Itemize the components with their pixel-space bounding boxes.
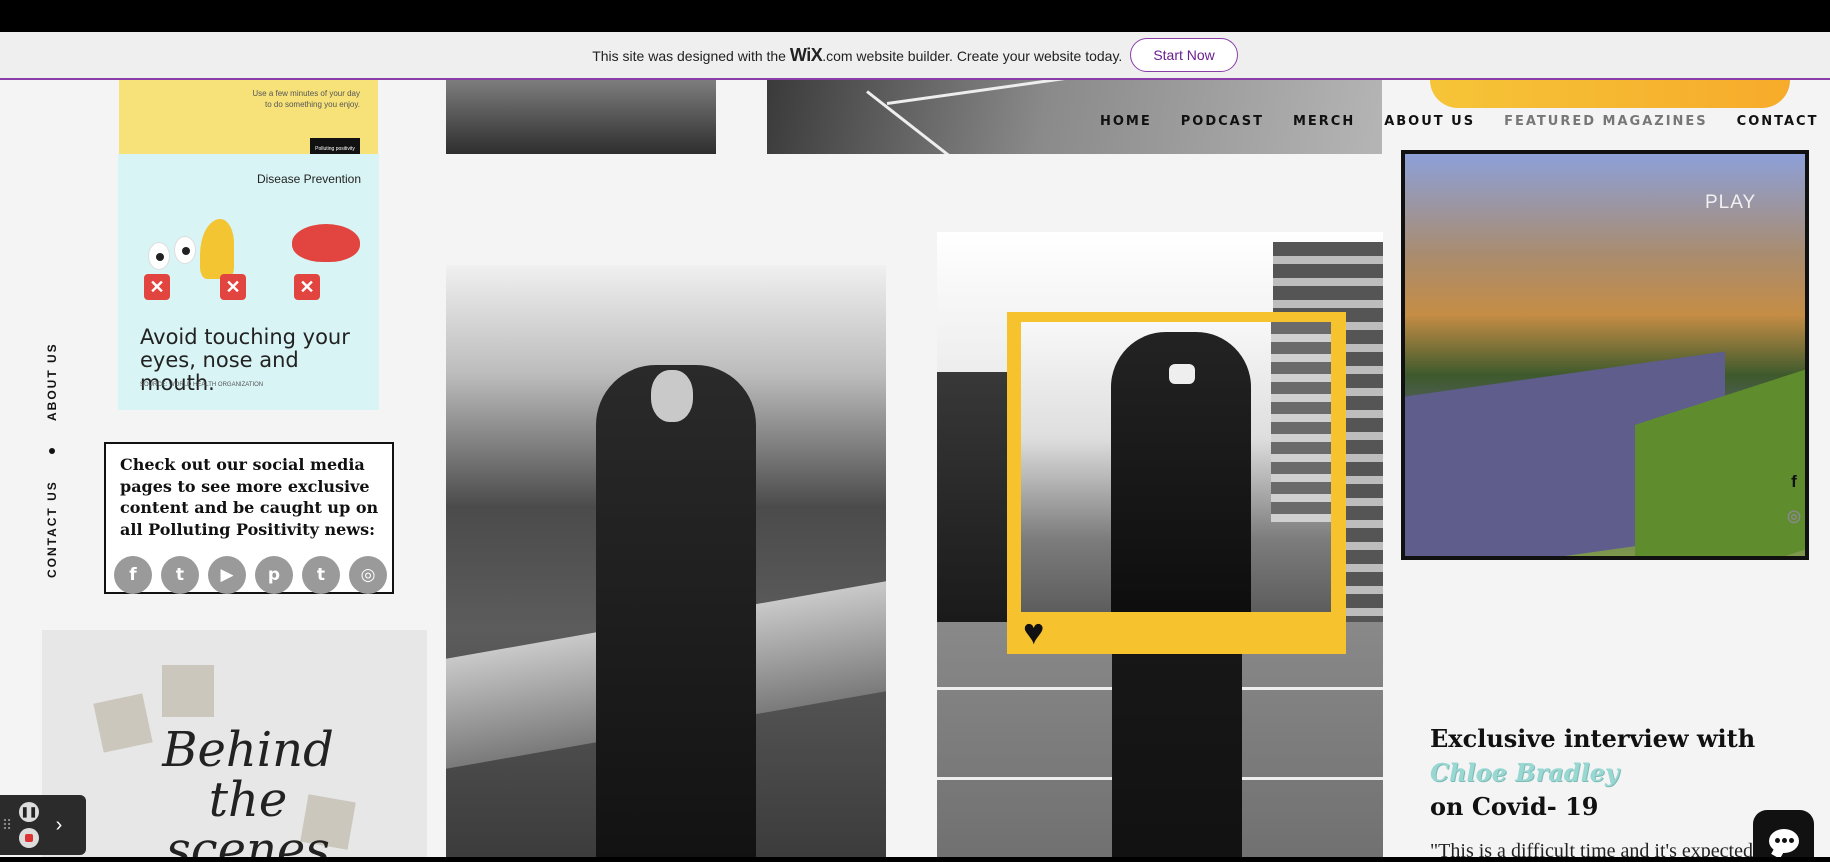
photo-girl-at-rail (446, 265, 886, 857)
nav-merch[interactable]: MERCH (1293, 114, 1355, 134)
positivity-card-text: Use a few minutes of your day to do some… (252, 89, 360, 109)
page: This site was designed with the WiX.com … (0, 32, 1830, 857)
disease-prevention-card[interactable]: Disease Prevention ✕ ✕ ✕ Avoid touching … (118, 154, 379, 410)
nav-about-us[interactable]: ABOUT US (1384, 114, 1475, 134)
instagram-icon[interactable]: ◎ (349, 556, 387, 594)
wix-banner: This site was designed with the WiX.com … (0, 32, 1830, 80)
nav-home[interactable]: HOME (1100, 114, 1152, 134)
mouth-icon (292, 224, 360, 262)
pause-icon[interactable]: ❚❚ (19, 802, 39, 822)
video-thumbnail: PLAY (1405, 154, 1805, 556)
side-nav-dot (49, 448, 55, 454)
wix-logo: WiX (789, 44, 823, 65)
x-icon: ✕ (294, 274, 320, 300)
chat-button[interactable] (1753, 810, 1814, 857)
vertical-nav: ABOUT US CONTACT US (30, 332, 74, 632)
behind-the-scenes-card[interactable]: Behind the scenes (42, 630, 427, 857)
twitter-icon[interactable]: t (161, 556, 199, 594)
person-figure (596, 365, 756, 857)
pinterest-icon[interactable]: p (255, 556, 293, 594)
wix-banner-message: This site was designed with the WiX.com … (592, 45, 1122, 66)
face-mask (1169, 364, 1195, 384)
screen-recorder-widget: ⠿ ❚❚ › (0, 795, 86, 855)
tumblr-icon[interactable]: t (302, 556, 340, 594)
interview-heading: Exclusive interview with (1430, 724, 1756, 753)
heart-icon: ♥ (1023, 611, 1045, 652)
facebook-icon[interactable]: f (1791, 472, 1797, 492)
nav-contact[interactable]: CONTACT (1737, 114, 1819, 134)
banner-suffix: .com website builder. Create your websit… (822, 47, 1123, 64)
nose-icon (200, 219, 234, 279)
eye-icon (174, 236, 196, 264)
facebook-icon[interactable]: f (114, 556, 152, 594)
social-media-text: Check out our social media pages to see … (120, 455, 379, 539)
play-label[interactable]: PLAY (1705, 192, 1756, 214)
polaroid-frame: ♥ (1007, 312, 1346, 654)
x-icon: ✕ (144, 274, 170, 300)
building (1271, 322, 1331, 522)
side-nav-contact-us[interactable]: CONTACT US (30, 474, 74, 584)
polaroid-photo (1021, 322, 1331, 612)
source-text: SOURCE: WORLD HEALTH ORGANIZATION (140, 382, 264, 388)
youtube-icon[interactable]: ▶ (208, 556, 246, 594)
building-left (937, 372, 1007, 622)
behind-the-scenes-title: Behind the scenes (162, 722, 334, 857)
person-face (651, 370, 693, 422)
nav-podcast[interactable]: PODCAST (1181, 114, 1264, 134)
road-marking (886, 80, 1145, 105)
decor-square (162, 665, 214, 717)
top-photo-left (446, 80, 716, 154)
site-logo[interactable] (1430, 80, 1790, 108)
social-icons: f t ▶ p t ◎ (114, 556, 387, 594)
chat-icon (1768, 828, 1799, 853)
nav-featured-magazines[interactable]: FEATURED MAGAZINES (1504, 114, 1708, 134)
eye-icon (148, 242, 170, 270)
drag-handle-icon[interactable]: ⠿ (0, 817, 14, 834)
instagram-icon[interactable]: ◎ (1787, 506, 1801, 526)
main-nav: HOME PODCAST MERCH ABOUT US FEATURED MAG… (1100, 114, 1818, 134)
video-player[interactable]: PLAY (1401, 150, 1809, 560)
disease-prevention-title: Disease Prevention (256, 172, 361, 186)
start-now-button[interactable]: Start Now (1130, 38, 1238, 72)
road-marking (866, 90, 1042, 154)
chevron-right-icon[interactable]: › (44, 814, 74, 837)
side-social-bar: f ◎ (1784, 472, 1804, 526)
interviewee-name[interactable]: Chloe Bradley (1430, 756, 1810, 790)
side-nav-about-us[interactable]: ABOUT US (30, 332, 74, 432)
x-icon: ✕ (220, 274, 246, 300)
stop-icon[interactable] (19, 828, 39, 848)
social-media-box: Check out our social media pages to see … (104, 442, 394, 594)
banner-prefix: This site was designed with the (592, 47, 786, 64)
